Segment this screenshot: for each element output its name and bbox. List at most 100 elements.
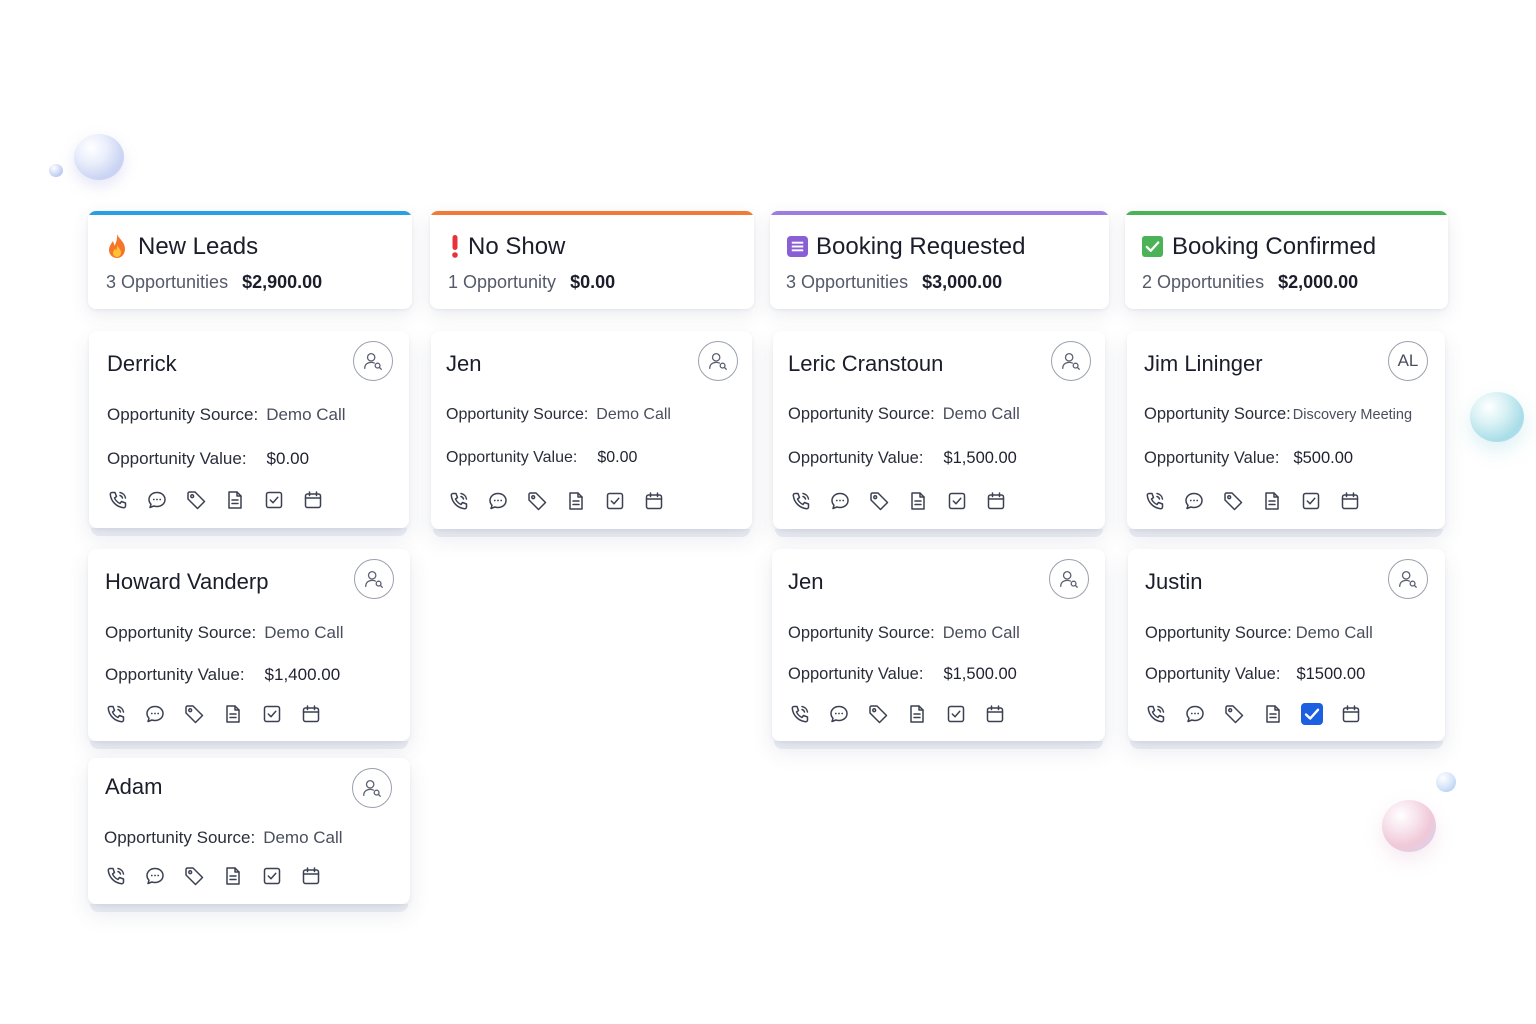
phone-icon[interactable]	[105, 865, 127, 887]
tag-icon[interactable]	[867, 703, 889, 725]
opportunity-value: Opportunity Value: $0.00	[107, 449, 309, 469]
calendar-icon[interactable]	[985, 490, 1007, 512]
document-icon[interactable]	[224, 489, 246, 511]
task-checkbox-icon[interactable]	[604, 490, 626, 512]
opportunity-card[interactable]: Adam Opportunity Source: Demo Call	[88, 758, 410, 912]
assign-user-icon[interactable]	[352, 768, 392, 808]
opportunity-source: Opportunity Source: Discovery Meeting	[1144, 405, 1412, 424]
source-label: Opportunity Source:	[1145, 624, 1292, 642]
document-icon[interactable]	[565, 490, 587, 512]
source-label: Opportunity Source:	[104, 828, 256, 847]
assign-user-icon[interactable]	[353, 341, 393, 381]
decor-bubble	[74, 134, 124, 180]
source-value: Demo Call	[266, 405, 346, 424]
chat-icon[interactable]	[1184, 703, 1206, 725]
tag-icon[interactable]	[1223, 703, 1245, 725]
decor-bubble	[1470, 392, 1524, 442]
opportunity-card[interactable]: Leric Cranstoun Opportunity Source: Demo …	[773, 331, 1105, 537]
task-checkbox-icon[interactable]	[945, 703, 967, 725]
calendar-icon[interactable]	[302, 489, 324, 511]
phone-icon[interactable]	[790, 490, 812, 512]
opportunity-card[interactable]: Derrick Opportunity Source: Demo Call Opp…	[89, 331, 409, 536]
phone-icon[interactable]	[448, 490, 470, 512]
column-total: $3,000.00	[922, 272, 1003, 292]
source-label: Opportunity Source:	[446, 406, 589, 423]
user-search-icon	[709, 353, 727, 370]
source-label: Opportunity Source:	[788, 405, 935, 423]
value-label: Opportunity Value:	[788, 665, 924, 683]
assign-user-icon[interactable]	[1388, 559, 1428, 599]
calendar-icon[interactable]	[300, 865, 322, 887]
phone-icon[interactable]	[1145, 703, 1167, 725]
contact-name: Adam	[105, 774, 163, 799]
value-label: Opportunity Value:	[107, 449, 247, 468]
column-header-booking-confirmed: Booking Confirmed 2 Opportunities $2,000.…	[1125, 211, 1448, 309]
chat-icon[interactable]	[144, 865, 166, 887]
task-checked-icon[interactable]	[1301, 703, 1323, 725]
assign-user-icon[interactable]	[1049, 559, 1089, 599]
phone-icon[interactable]	[107, 489, 129, 511]
calendar-icon[interactable]	[1339, 490, 1361, 512]
phone-icon[interactable]	[789, 703, 811, 725]
column-title: New Leads	[138, 233, 259, 260]
opportunity-card[interactable]: Justin Opportunity Source: Demo Call Oppo…	[1128, 549, 1445, 749]
document-icon[interactable]	[907, 490, 929, 512]
opportunity-value: Opportunity Value: $0.00	[446, 449, 637, 467]
source-value: Demo Call	[263, 828, 343, 847]
opportunity-source: Opportunity Source: Demo Call	[1145, 624, 1373, 643]
chat-icon[interactable]	[487, 490, 509, 512]
opportunity-card[interactable]: Howard Vanderp Opportunity Source: Demo C…	[88, 549, 410, 749]
task-checkbox-icon[interactable]	[261, 865, 283, 887]
column-header-no-show: No Show 1 Opportunity $0.00	[430, 211, 754, 309]
tag-icon[interactable]	[526, 490, 548, 512]
opportunity-card[interactable]: Jim Lininger AL Opportunity Source: Disco…	[1127, 331, 1445, 537]
calendar-icon[interactable]	[984, 703, 1006, 725]
contact-name: Jen	[446, 351, 482, 376]
chat-icon[interactable]	[1183, 490, 1205, 512]
document-icon[interactable]	[222, 703, 244, 725]
column-total: $0.00	[570, 272, 616, 292]
calendar-icon[interactable]	[300, 703, 322, 725]
tag-icon[interactable]	[868, 490, 890, 512]
opportunity-count: 1 Opportunity	[448, 272, 557, 292]
task-checkbox-icon[interactable]	[1300, 490, 1322, 512]
column-accent-bar	[88, 211, 412, 215]
document-icon[interactable]	[1262, 703, 1284, 725]
chat-icon[interactable]	[144, 703, 166, 725]
value-label: Opportunity Value:	[1144, 449, 1280, 467]
opportunity-value: Opportunity Value: $1,500.00	[788, 449, 1017, 468]
phone-icon[interactable]	[1144, 490, 1166, 512]
value-amount: $1500.00	[1296, 665, 1366, 683]
tag-icon[interactable]	[183, 703, 205, 725]
chat-icon[interactable]	[829, 490, 851, 512]
document-icon[interactable]	[222, 865, 244, 887]
source-value: Demo Call	[1295, 624, 1373, 642]
calendar-icon[interactable]	[643, 490, 665, 512]
opportunity-card[interactable]: Jen Opportunity Source: Demo Call Opportu…	[431, 331, 752, 537]
task-checkbox-icon[interactable]	[1301, 703, 1323, 725]
calendar-icon[interactable]	[1340, 703, 1362, 725]
assignee-avatar[interactable]: AL	[1388, 341, 1428, 381]
card-actions	[1145, 703, 1379, 725]
tag-icon[interactable]	[185, 489, 207, 511]
task-checkbox-icon[interactable]	[261, 703, 283, 725]
column-summary: 2 Opportunities $2,000.00	[1142, 272, 1358, 293]
chat-icon[interactable]	[828, 703, 850, 725]
source-label: Opportunity Source:	[788, 624, 935, 642]
assign-user-icon[interactable]	[698, 341, 738, 381]
document-icon[interactable]	[1261, 490, 1283, 512]
document-icon[interactable]	[906, 703, 928, 725]
task-checkbox-icon[interactable]	[946, 490, 968, 512]
assign-user-icon[interactable]	[354, 559, 394, 599]
tag-icon[interactable]	[183, 865, 205, 887]
opportunity-value: Opportunity Value: $1,400.00	[105, 665, 340, 685]
assign-user-icon[interactable]	[1051, 341, 1091, 381]
opportunity-card[interactable]: Jen Opportunity Source: Demo Call Opportu…	[772, 549, 1105, 749]
source-value: Demo Call	[942, 405, 1020, 423]
card-actions	[105, 703, 339, 725]
phone-icon[interactable]	[105, 703, 127, 725]
tag-icon[interactable]	[1222, 490, 1244, 512]
column-summary: 3 Opportunities $3,000.00	[786, 272, 1002, 293]
task-checkbox-icon[interactable]	[263, 489, 285, 511]
chat-icon[interactable]	[146, 489, 168, 511]
